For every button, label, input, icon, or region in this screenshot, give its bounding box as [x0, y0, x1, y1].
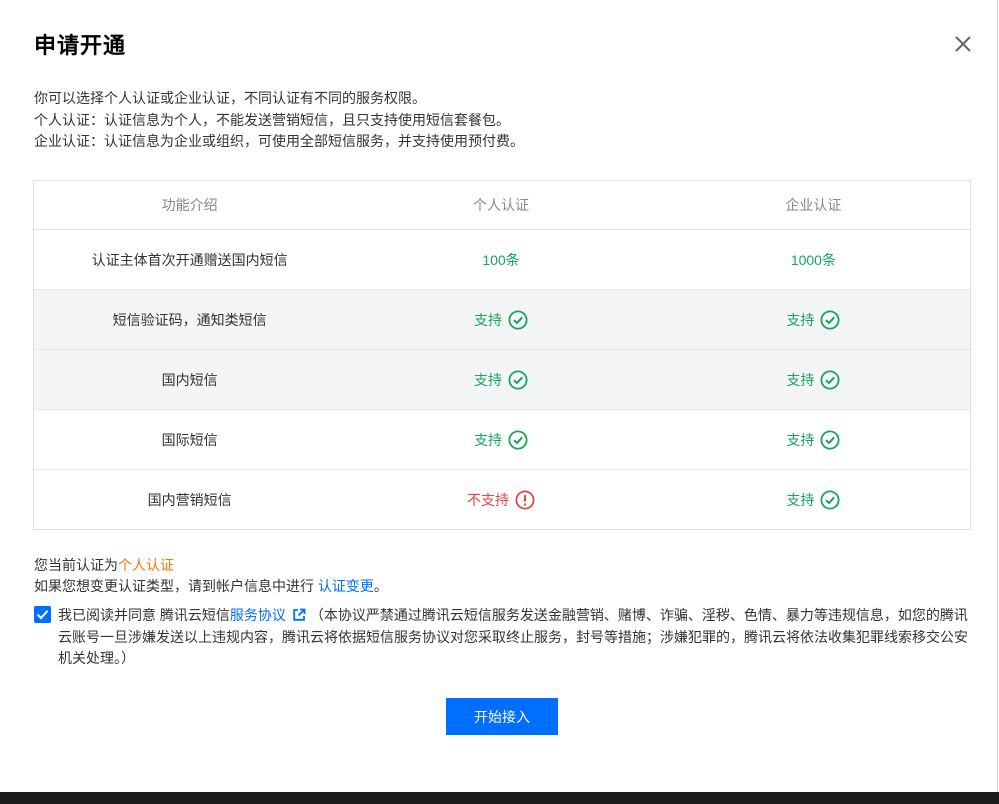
check-circle-icon	[508, 309, 528, 330]
enterprise-value: 支持	[786, 431, 815, 448]
table-row: 国内营销短信 不支持 支持	[34, 470, 971, 530]
bottom-strip	[0, 792, 999, 804]
intro-line: 你可以选择个人认证或企业认证，不同认证有不同的服务权限。	[34, 90, 426, 106]
external-link-icon[interactable]	[292, 608, 306, 622]
table-row: 认证主体首次开通赠送国内短信 100条 1000条	[33, 229, 971, 290]
check-circle-icon	[820, 369, 840, 390]
intro-text: 你可以选择个人认证或企业认证，不同认证有不同的服务权限。 个人认证：认证信息为个…	[34, 88, 524, 153]
table-row: 短信验证码，通知类短信 支持 支持	[33, 289, 971, 350]
auth-status: 您当前认证为个人认证 如果您想变更认证类型，请到帐户信息中进行 认证变更。	[34, 555, 388, 597]
intro-line: 个人认证：认证信息为个人，不能发送营销短信，且只支持使用短信套餐包。	[34, 111, 510, 128]
apply-dialog: 申请开通 你可以选择个人认证或企业认证，不同认证有不同的服务权限。 个人认证：认…	[0, 0, 998, 792]
enterprise-cell: 支持	[657, 470, 971, 530]
close-icon[interactable]	[953, 34, 973, 54]
change-auth-line: 如果您想变更认证类型，请到帐户信息中进行 认证变更。	[34, 576, 388, 597]
check-circle-icon	[820, 309, 840, 330]
feature-cell: 国内短信	[33, 349, 346, 410]
feature-cell: 短信验证码，通知类短信	[33, 289, 346, 350]
personal-cell: 100条	[345, 229, 657, 290]
column-header-personal: 个人认证	[345, 180, 657, 230]
feature-cell: 国际短信	[33, 409, 346, 470]
table-header-row: 功能介绍 个人认证 企业认证	[33, 180, 971, 230]
agreement-checkbox[interactable]	[34, 606, 51, 623]
personal-cell: 不支持	[345, 470, 657, 530]
change-auth-link[interactable]: 认证变更	[318, 578, 374, 594]
personal-cell: 支持	[345, 289, 657, 350]
agreement-text: 我已阅读并同意 腾讯云短信服务协议 （本协议严禁通过腾讯云短信服务发送金融营销、赌…	[34, 605, 974, 670]
checkmark-icon	[36, 610, 49, 620]
personal-value: 支持	[473, 311, 502, 328]
check-circle-icon	[820, 489, 840, 510]
check-circle-icon	[820, 429, 840, 450]
current-auth-prefix: 您当前认证为	[34, 557, 118, 573]
enterprise-value: 支持	[786, 491, 815, 508]
current-auth-value: 个人认证	[118, 557, 174, 573]
enterprise-cell: 支持	[656, 409, 971, 470]
agreement-block: 我已阅读并同意 腾讯云短信服务协议 （本协议严禁通过腾讯云短信服务发送金融营销、赌…	[34, 605, 974, 670]
change-auth-prefix: 如果您想变更认证类型，请到帐户信息中进行	[34, 578, 314, 594]
column-header-enterprise: 企业认证	[656, 180, 971, 230]
dialog-title: 申请开通	[34, 33, 127, 58]
enterprise-value: 1000条	[790, 251, 836, 268]
start-button[interactable]: 开始接入	[446, 698, 558, 735]
table-row: 国内短信 支持 支持	[33, 349, 971, 410]
intro-line: 企业认证：认证信息为企业或组织，可使用全部短信服务，并支持使用预付费。	[34, 133, 524, 149]
table-row: 国际短信 支持 支持	[33, 409, 971, 470]
personal-value: 支持	[473, 431, 502, 448]
personal-cell: 支持	[345, 349, 657, 410]
warning-circle-icon	[515, 489, 535, 510]
feature-cell: 认证主体首次开通赠送国内短信	[33, 229, 346, 290]
features-table: 功能介绍 个人认证 企业认证 认证主体首次开通赠送国内短信 100条 1000条…	[33, 180, 971, 530]
personal-value: 不支持	[466, 491, 509, 508]
agreement-prefix: 我已阅读并同意 腾讯云短信	[58, 607, 230, 623]
personal-value: 100条	[482, 251, 520, 268]
current-auth-line: 您当前认证为个人认证	[34, 555, 388, 576]
enterprise-value: 支持	[786, 311, 815, 328]
enterprise-cell: 支持	[656, 289, 971, 350]
enterprise-cell: 支持	[656, 349, 971, 410]
personal-cell: 支持	[345, 409, 657, 470]
change-auth-suffix: 。	[373, 578, 388, 594]
enterprise-value: 支持	[786, 371, 815, 388]
check-circle-icon	[508, 429, 528, 450]
feature-cell: 国内营销短信	[147, 491, 232, 508]
service-agreement-link[interactable]: 服务协议	[230, 607, 286, 623]
enterprise-cell: 1000条	[656, 229, 971, 290]
column-header-feature: 功能介绍	[33, 180, 346, 230]
personal-value: 支持	[473, 371, 502, 388]
check-circle-icon	[508, 369, 528, 390]
